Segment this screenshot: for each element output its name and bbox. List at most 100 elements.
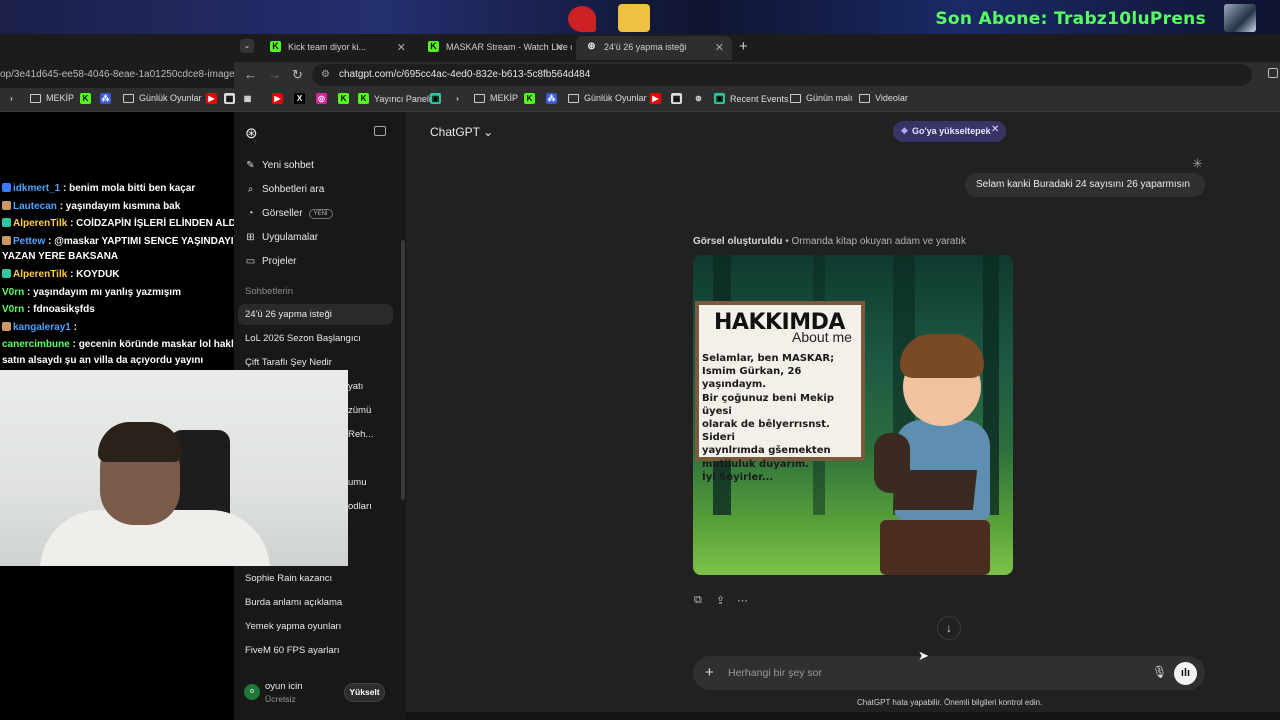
bookmark-folder[interactable]: Günün malı — [790, 93, 853, 103]
folder-icon — [859, 93, 870, 103]
card-subtitle: About me — [792, 329, 852, 345]
bookmark-label: Günün malı — [806, 93, 853, 103]
sidebar-images[interactable]: ◔ Görseller YENİ — [245, 208, 333, 219]
chatgpt-icon: ⊛ — [693, 93, 704, 104]
chat-list-item[interactable]: zümü — [348, 405, 371, 416]
copy-icon[interactable]: ⧉ — [694, 594, 702, 607]
bookmark-item[interactable]: › — [452, 93, 463, 104]
illustration-book — [892, 470, 978, 510]
share-icon[interactable]: ⇪ — [716, 594, 725, 607]
bookmark-item[interactable]: ◎ — [316, 93, 327, 104]
close-tab-icon[interactable]: ✕ — [397, 41, 406, 54]
loading-spinner-icon: ✳ — [1192, 156, 1203, 171]
app-icon: ▦ — [224, 93, 235, 104]
microphone-icon[interactable]: 🎙 — [1152, 665, 1167, 679]
bookmark-item[interactable]: ⊛ — [693, 93, 704, 104]
bookmark-folder[interactable]: Günlük Oyunlar — [568, 93, 647, 103]
model-selector[interactable]: ChatGPT ⌄ — [430, 125, 493, 139]
chat-list-item[interactable]: umu — [348, 477, 366, 488]
bookmark-item[interactable]: K — [338, 93, 349, 104]
back-arrow-icon[interactable]: ← — [244, 67, 257, 82]
close-tab-icon[interactable]: ✕ — [715, 41, 724, 54]
youtube-icon: ▶ — [272, 93, 283, 104]
sidebar-apps[interactable]: ⊞ Uygulamalar — [245, 232, 318, 243]
bookmark-item[interactable]: ▦ — [224, 93, 235, 104]
tab-search-button[interactable]: ⌄ — [240, 39, 254, 53]
chat-list-item[interactable]: Çift Taraflı Şey Nedir — [245, 357, 332, 368]
close-tab-icon[interactable]: ✕ — [555, 41, 564, 54]
bookmark-label: Videolar — [875, 93, 908, 103]
chat-list-item[interactable]: 24'ü 26 yapma isteği — [245, 309, 332, 320]
chat-list-item[interactable]: Sophie Rain kazancı — [245, 573, 332, 584]
bookmark-label: Günlük Oyunlar — [584, 93, 647, 103]
chat-list-item[interactable]: yatı — [348, 381, 363, 392]
youtube-icon: ▶ — [650, 93, 661, 104]
image-caption: Görsel oluşturuldu • Ormanda kitap okuya… — [693, 236, 967, 247]
edit-icon: ✎ — [246, 160, 255, 171]
add-attachment-icon[interactable]: + — [705, 664, 714, 681]
bookmark-item[interactable]: ▶ — [206, 93, 217, 104]
bookmark-item[interactable]: › — [6, 93, 17, 104]
bookmark-label: Yayıncı Paneli — [374, 93, 431, 104]
chat-list-item[interactable]: FiveM 60 FPS ayarları — [245, 645, 340, 656]
chat-message: satın alsaydı şu an villa da açıyordu ya… — [2, 355, 204, 366]
bookmark-item[interactable]: ▣ — [430, 93, 441, 104]
taskbar-strip — [406, 712, 1280, 720]
card-body-text: Selamlar, ben MASKAR; Ismim Gürkan, 26 y… — [702, 353, 835, 483]
illustration-hair — [900, 334, 984, 378]
scroll-down-button[interactable]: ↓ — [937, 616, 961, 640]
kick-icon: K — [270, 41, 281, 52]
sidebar-scrollbar[interactable] — [401, 240, 405, 500]
close-icon[interactable]: ✕ — [991, 124, 999, 135]
streamer-hair — [98, 422, 182, 462]
bookmark-item[interactable]: K — [524, 93, 535, 104]
sidebar-search-chats[interactable]: ⌕ Sohbetleri ara — [245, 184, 325, 195]
chat-list-item[interactable]: Yemek yapma oyunları — [245, 621, 341, 632]
apps-grid-icon[interactable]: ▦ — [242, 93, 253, 104]
app-icon: ▣ — [714, 93, 725, 104]
prompt-input[interactable] — [728, 665, 1128, 681]
bookmark-item[interactable]: ▣ Recent Events — [714, 93, 789, 104]
bookmark-folder[interactable]: Videolar — [859, 93, 908, 103]
sidebar-projects[interactable]: ▭ Projeler — [245, 256, 297, 267]
browser-tab[interactable]: K Kick team diyor ki... ✕ — [260, 36, 414, 60]
more-options-icon[interactable]: ⋯ — [737, 594, 748, 607]
avatar[interactable]: o — [244, 684, 260, 700]
chat-message: AlperenTilk : COİDZAPİN İŞLERİ ELİNDEN A… — [2, 218, 246, 229]
bookmark-folder[interactable]: MEKİP — [474, 93, 518, 103]
bookmark-item[interactable]: ⁂ — [100, 93, 111, 104]
bookmark-item[interactable]: ▶ — [650, 93, 661, 104]
voice-mode-button[interactable]: ılı — [1174, 662, 1197, 685]
sidebar-toggle-icon[interactable] — [374, 126, 386, 136]
site-info-icon[interactable]: ⚙ — [321, 69, 330, 80]
bookmark-folder[interactable]: MEKİP — [30, 93, 74, 103]
sidebar-new-chat[interactable]: ✎ Yeni sohbet — [245, 160, 314, 171]
extension-icon[interactable] — [1268, 68, 1278, 78]
upgrade-button[interactable]: Yükselt — [344, 683, 385, 702]
illustration-chair — [880, 520, 990, 575]
bookmark-item[interactable]: X — [294, 93, 305, 104]
bookmark-item[interactable]: K Yayıncı Paneli — [358, 93, 431, 104]
chat-message: V0rn : fdnoasikşfds — [2, 304, 95, 315]
browser-tab[interactable]: K MASKAR Stream - Watch Live o ✕ — [418, 36, 572, 60]
bookmark-item[interactable]: ⁂ — [546, 93, 557, 104]
chatgpt-logo-icon[interactable]: ⊛ — [245, 124, 258, 142]
chat-list-item[interactable]: Burda anlamı açıklama — [245, 597, 342, 608]
chat-message: AlperenTilk : KOYDUK — [2, 269, 120, 280]
chat-list-item[interactable]: LoL 2026 Sezon Başlangıcı — [245, 333, 361, 344]
folder-icon — [568, 93, 579, 103]
user-name[interactable]: oyun icin — [265, 681, 303, 692]
chat-list-item[interactable]: Reh... — [348, 429, 373, 440]
new-tab-plus-icon[interactable]: + — [739, 38, 748, 55]
bookmark-item[interactable]: K — [80, 93, 91, 104]
chat-list-item[interactable]: odları — [348, 501, 372, 512]
bookmark-item[interactable]: ▦ — [671, 93, 682, 104]
bookmark-item[interactable]: ▶ — [272, 93, 283, 104]
reload-icon[interactable]: ↻ — [292, 67, 303, 83]
forward-arrow-icon[interactable]: → — [268, 67, 281, 82]
tab-title: Kick team diyor ki... — [288, 42, 367, 52]
go-upgrade-pill[interactable]: Go'ya yükseltерek — [893, 121, 1006, 142]
browser-tab-active[interactable]: ⊛ 24'ü 26 yapma isteği ✕ — [576, 36, 732, 60]
chat-message: V0rn : yaşındayım mı yanlış yazmışım — [2, 287, 181, 298]
bookmark-folder[interactable]: Günlük Oyunlar — [123, 93, 202, 103]
